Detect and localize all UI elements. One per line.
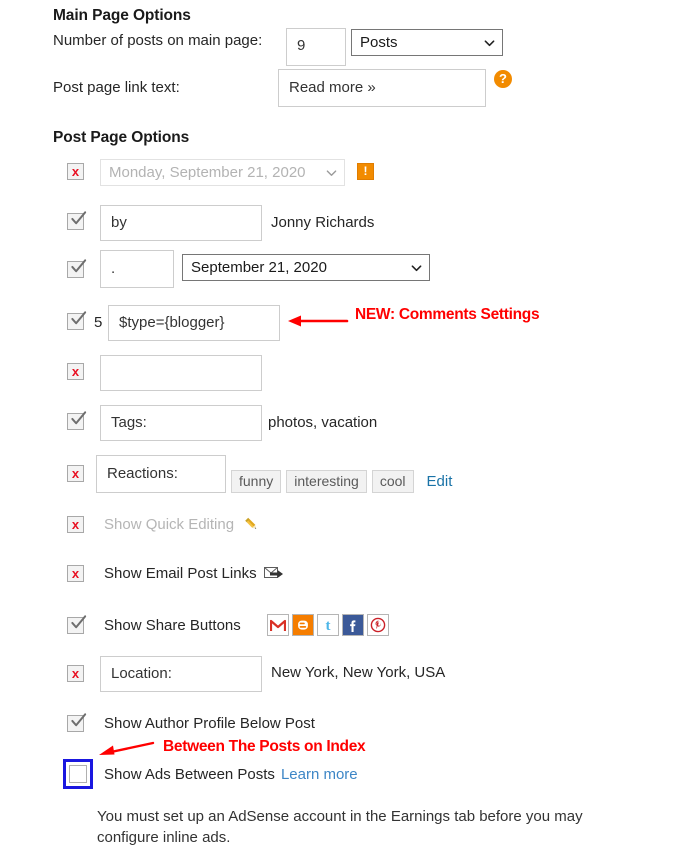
post-timestamp-row [67,259,87,278]
checkmark-icon [71,713,87,727]
email-post-links-row: x Show Email Post Links [67,565,284,582]
checkmark-icon [71,614,87,628]
location-input[interactable]: Location: [100,656,262,692]
post-page-link-input[interactable]: Read more » [278,69,486,107]
ads-index-arrow-icon [99,741,155,755]
comments-settings-annotation: NEW: Comments Settings [355,306,540,323]
checkmark-icon [71,311,87,325]
comments-settings-checkbox[interactable] [67,311,87,330]
backlinks-checkbox[interactable]: x [67,363,84,380]
ads-between-posts-row: Show Ads Between Posts Learn more [63,759,358,789]
chevron-down-icon [326,169,337,176]
checkmark-icon [71,411,87,425]
labels-sample-text: photos, vacation [268,414,378,431]
post-date-header-value: Monday, September 21, 2020 [109,164,306,181]
reactions-checkbox[interactable]: x [67,465,84,482]
backlinks-row: x [67,363,84,380]
checkbox-x-mark: x [71,666,80,681]
share-buttons-checkbox[interactable] [67,614,87,634]
ads-between-posts-focus-ring [63,759,93,789]
post-date-header-checkbox[interactable]: x [67,163,84,180]
author-name-text: Jonny Richards [271,214,375,231]
pinterest-icon[interactable] [366,614,389,636]
reaction-chip-cool[interactable]: cool [371,470,414,493]
quick-editing-row: x Show Quick Editing [67,515,261,534]
post-page-link-label: Post page link text: [53,79,180,96]
author-byline-input[interactable]: by [100,205,262,241]
comments-settings-input[interactable]: $type={blogger} [108,305,280,341]
author-profile-checkbox[interactable] [67,713,87,732]
checkmark-icon [71,211,87,225]
post-date-header-select[interactable]: Monday, September 21, 2020 [100,159,345,186]
chevron-down-icon [484,39,495,46]
chevron-down-icon [411,264,422,271]
checkbox-x-mark: x [71,517,80,532]
pencil-icon [245,517,257,529]
facebook-icon[interactable] [341,614,364,636]
twitter-icon[interactable]: t [316,614,339,636]
checkbox-x-mark: x [71,566,80,581]
labels-checkbox[interactable] [67,411,87,430]
email-post-links-label: Show Email Post Links [104,565,257,582]
blogger-post-settings-page: Main Page Options Number of posts on mai… [0,0,700,854]
quick-editing-label: Show Quick Editing [104,516,235,533]
comments-settings-row [67,311,87,330]
gmail-icon[interactable] [266,614,289,636]
envelope-arrow-icon [263,567,283,578]
labels-input[interactable]: Tags: [100,405,262,441]
checkmark-icon [71,259,87,273]
reactions-row: x [67,465,84,482]
share-buttons-row: Show Share Buttons t [67,614,389,636]
author-profile-row: Show Author Profile Below Post [67,713,315,732]
reactions-edit-link[interactable]: Edit [427,473,453,490]
backlinks-input[interactable] [100,355,262,391]
num-posts-row: Number of posts on main page: [53,32,262,49]
post-timestamp-format-select[interactable]: September 21, 2020 [182,254,430,281]
question-mark-icon[interactable]: ? [494,70,512,88]
post-timestamp-checkbox[interactable] [67,259,87,278]
ads-index-annotation: Between The Posts on Index [163,738,366,755]
checkbox-x-mark: x [71,364,80,379]
share-buttons-label: Show Share Buttons [104,616,241,634]
share-icon-group: t [266,614,389,636]
blogger-icon[interactable] [291,614,314,636]
comments-settings-arrow-icon [288,315,349,327]
main-page-options-heading: Main Page Options [53,7,191,24]
num-posts-input[interactable]: 9 [286,28,346,66]
ads-between-posts-checkbox[interactable] [69,765,87,783]
reactions-chip-group: funny interesting cool Edit [231,470,452,493]
location-sample-text: New York, New York, USA [271,664,446,681]
post-timestamp-format-value: September 21, 2020 [191,259,327,276]
post-timestamp-input[interactable]: . [100,250,174,288]
checkbox-x-mark: x [71,164,80,179]
location-checkbox[interactable]: x [67,665,84,682]
labels-row [67,411,87,430]
num-posts-label: Number of posts on main page: [53,32,263,49]
post-page-link-row: Post page link text: [53,79,180,96]
reactions-input[interactable]: Reactions: [96,455,226,493]
svg-text:t: t [325,618,330,633]
ads-between-posts-label: Show Ads Between Posts [104,765,275,783]
learn-more-link[interactable]: Learn more [281,766,358,783]
location-row: x [67,665,84,682]
author-profile-label: Show Author Profile Below Post [104,715,315,732]
comments-count-text: 5 [94,314,103,331]
reaction-chip-interesting[interactable]: interesting [286,470,367,493]
checkbox-x-mark: x [71,466,80,481]
num-posts-unit-value: Posts [360,34,398,51]
author-byline-row [67,211,87,230]
post-date-header-row: x [67,163,84,180]
warning-exclamation-icon[interactable] [357,163,374,180]
adsense-note: You must set up an AdSense account in th… [97,808,583,846]
post-page-options-heading: Post Page Options [53,129,190,146]
email-post-links-checkbox[interactable]: x [67,565,84,582]
author-byline-checkbox[interactable] [67,211,87,230]
quick-editing-checkbox[interactable]: x [67,516,84,533]
num-posts-unit-select[interactable]: Posts [351,29,503,56]
reaction-chip-funny[interactable]: funny [231,470,282,493]
